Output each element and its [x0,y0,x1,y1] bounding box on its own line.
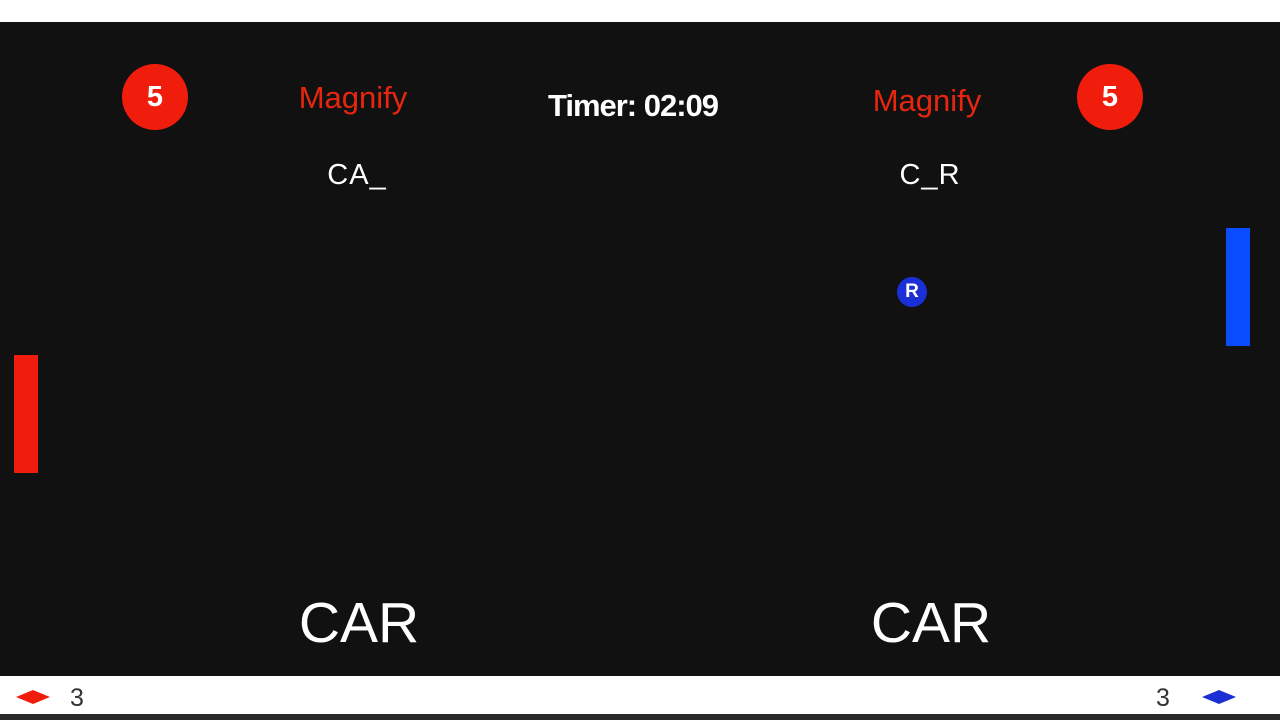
blue-diamond-icon [1202,690,1236,704]
right-powerup-label: Magnify [872,83,982,118]
bottom-status-bar [0,676,1280,714]
left-target-word: CAR [298,591,420,655]
left-word-progress: CA_ [327,159,387,191]
top-strip [0,0,1280,22]
game-timer: Timer: 02:09 [547,88,719,123]
right-score-badge: 5 [1077,64,1143,130]
red-diamond-icon [16,690,50,704]
left-powerup-label: Magnify [298,80,408,115]
right-word-progress: C_R [899,159,961,191]
right-lives-count: 3 [1156,684,1170,712]
bottom-edge [0,714,1280,720]
left-score-badge: 5 [122,64,188,130]
left-paddle[interactable] [14,355,38,473]
right-target-word: CAR [870,591,992,655]
letter-ball: R [897,277,927,307]
left-lives-count: 3 [70,684,84,712]
right-paddle[interactable] [1226,228,1250,346]
